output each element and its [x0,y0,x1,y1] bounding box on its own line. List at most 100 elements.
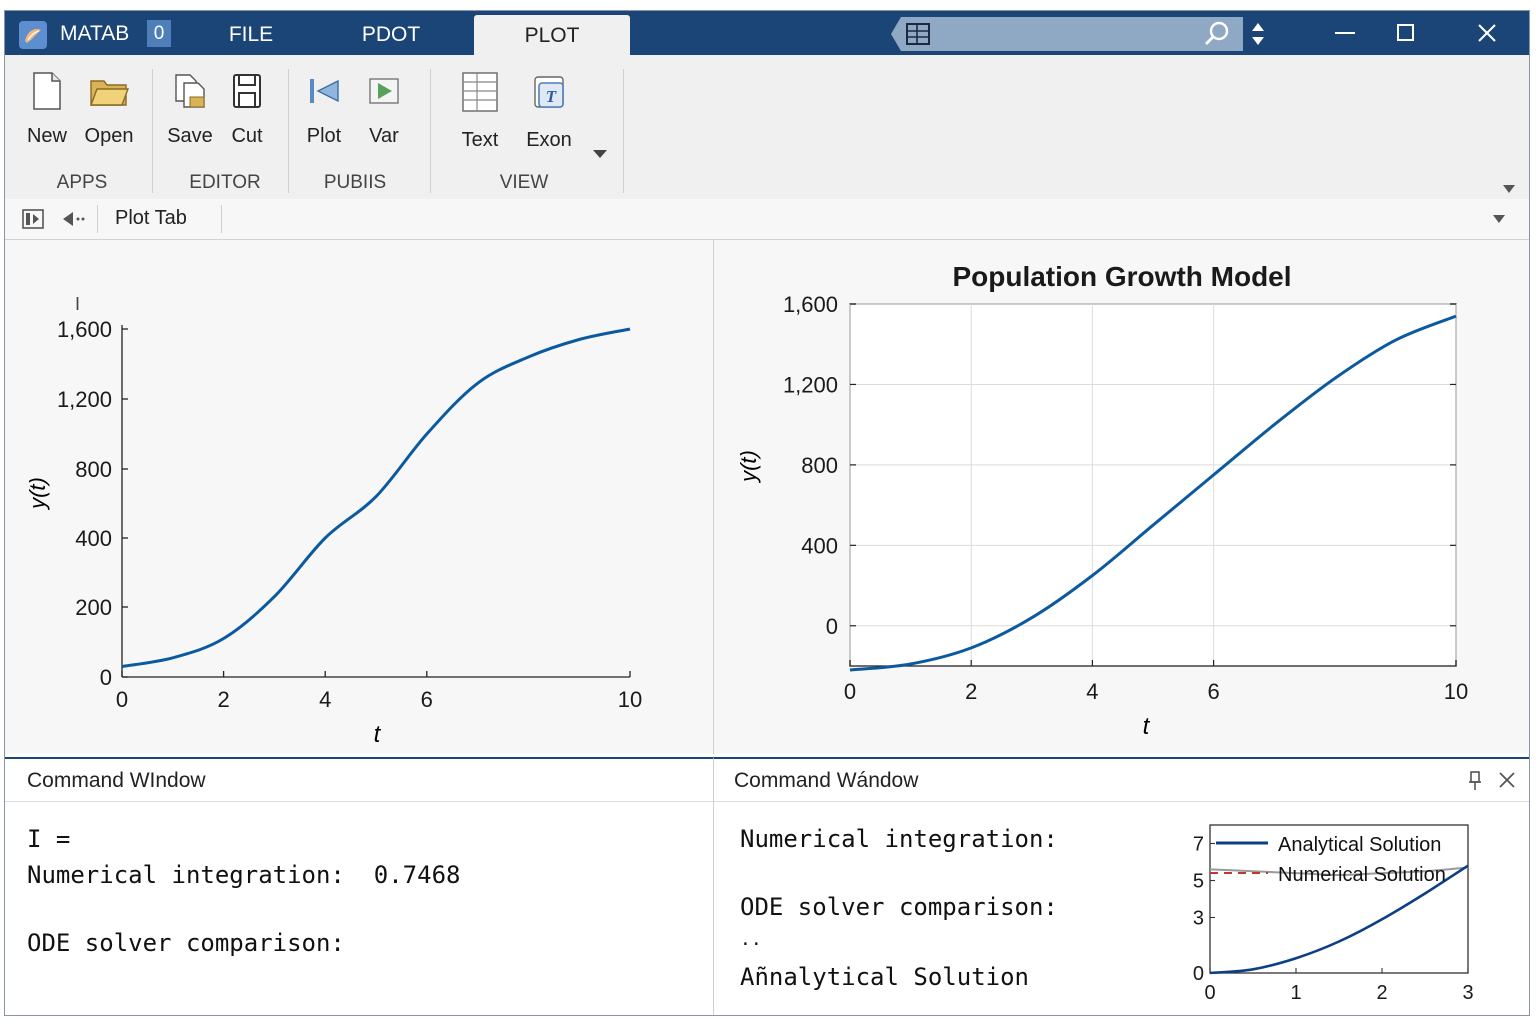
exon-label: Exon [526,129,572,151]
close-icon[interactable] [1467,19,1507,47]
text-button[interactable]: Text [451,71,509,152]
run-icon [369,78,399,104]
tab-pdot[interactable]: PDOT [339,11,443,55]
copy-docs-icon [175,74,205,108]
divider [97,205,98,233]
table-icon [462,72,498,112]
toolstrip: New Open APPS Save Cut EDITOR Plot Var P… [5,55,1529,200]
legend-analytical-label: Analytical Solution [1278,834,1441,856]
app-name: MATAB [60,22,130,45]
workspace-badge: 0 [147,20,171,47]
y-tick-label: 1,200 [57,387,112,412]
expand-collapse-icon[interactable] [1249,21,1267,47]
tab-plot[interactable]: PLOT [474,15,630,55]
search-box[interactable] [891,17,1243,51]
open-label: Open [84,125,134,147]
y-tick-label: 3 [1193,908,1204,930]
command-line: I = [27,825,71,853]
collapse-toolstrip-icon[interactable] [1501,183,1517,195]
x-tick-label: 3 [1462,982,1473,1004]
left-line-chart[interactable]: I 0 2 4 6 10 0 200 400 800 1,200 1,600 y(t) t [5,240,713,754]
maximize-icon[interactable] [1385,19,1425,47]
y-tick-label: 1,600 [783,292,838,317]
x-tick-label: 1 [1290,982,1301,1004]
x-tick-label: 6 [421,687,433,712]
left-command-window-title: Command WIndow [27,769,206,792]
new-button[interactable]: New [23,71,71,148]
divider [5,801,713,802]
y-tick-label: 0 [826,614,838,639]
plot-button[interactable]: Plot [299,71,349,148]
plot-tab-label[interactable]: Plot Tab [115,207,187,230]
x-tick-label: 0 [116,687,128,712]
right-line-chart[interactable]: Population Growth Model 0 2 4 6 10 0 400 800 1,2… [714,240,1530,754]
y-tick-label: 400 [75,526,112,551]
y-tick-label: 400 [801,533,838,558]
legend-numerical-label: Numerical Solution [1278,864,1446,886]
new-file-icon [33,72,61,110]
panel-toggle-icon[interactable] [21,207,45,231]
right-command-window[interactable]: Command Wándow Numerical integration: OD… [714,757,1529,1015]
y-tick-label: 1,600 [57,317,112,342]
step-back-icon [310,79,339,103]
group-separator [623,69,624,193]
chevron-down-icon[interactable] [1491,213,1507,225]
y-tick-label: 200 [75,595,112,620]
x-tick-label: 2 [965,679,977,704]
x-tick-label: 4 [319,687,331,712]
left-plot-panel: I 0 2 4 6 10 0 200 400 800 1,200 1,600 y(t) t [5,240,714,754]
app-window: MATAB 0 FILE PDOT PLOT New Open APPS Sav… [4,10,1530,1016]
minimize-icon[interactable] [1325,19,1365,47]
cut-button[interactable]: Cut [225,71,269,148]
group-label-publish: PUBIIS [323,172,387,193]
right-ylabel: y(t) [736,450,761,484]
group-separator [288,69,289,193]
group-separator [152,69,153,193]
back-arrow-icon[interactable] [59,207,87,231]
plot-tab-bar: Plot Tab [5,199,1529,240]
folder-icon [89,80,130,106]
group-label-apps: APPS [56,172,108,193]
left-series-line [121,327,631,668]
right-command-window-title: Command Wándow [734,769,919,792]
command-line: .. [740,929,762,950]
close-panel-icon[interactable] [1496,769,1518,791]
x-tick-label: 10 [618,687,642,712]
command-line: Numerical integration: [740,825,1058,853]
title-bar: MATAB 0 FILE PDOT PLOT [5,11,1529,55]
right-plot-panel: Population Growth Model 0 2 4 6 10 0 400 800 1,2… [714,240,1530,754]
pin-icon[interactable] [1466,769,1484,793]
y-tick-label: 800 [801,453,838,478]
dropdown-arrow-icon[interactable] [591,147,609,161]
x-tick-label: 2 [217,687,229,712]
var-button[interactable]: Var [361,71,407,148]
y-tick-label: 0 [1193,963,1204,985]
y-tick-label: 1,200 [783,372,838,397]
text-cursor-icon: I [75,294,80,314]
save-label: Save [167,125,213,147]
x-tick-label: 6 [1207,679,1219,704]
tab-file[interactable]: FILE [205,11,297,55]
x-tick-label: 0 [844,679,856,704]
new-label: New [26,125,67,147]
solution-comparison-chart[interactable]: 0 1 2 3 0 3 5 7 Analytical Solution Numerical S… [1170,815,1490,1015]
open-button[interactable]: Open [81,71,137,148]
var-label: Var [369,125,399,147]
left-xlabel: t [374,721,382,748]
x-tick-label: 0 [1204,982,1215,1004]
save-button[interactable]: Save [165,71,215,148]
left-ylabel: y(t) [25,477,50,511]
group-separator [430,69,431,193]
floppy-disk-icon [233,74,261,108]
exon-button[interactable]: T Exon [519,71,579,152]
divider [714,801,1529,802]
cut-label: Cut [231,125,263,147]
left-command-window[interactable]: Command WIndow I = Numerical integration… [5,757,714,1015]
command-line: Numerical integration: 0.7468 [27,861,461,889]
x-tick-label: 4 [1086,679,1098,704]
app-logo-icon[interactable] [19,21,47,49]
command-line: ODE solver comparison: [740,893,1058,921]
y-tick-label: 7 [1193,834,1204,856]
x-tick-label: 2 [1376,982,1387,1004]
command-line: ODE solver comparison: [27,929,345,957]
